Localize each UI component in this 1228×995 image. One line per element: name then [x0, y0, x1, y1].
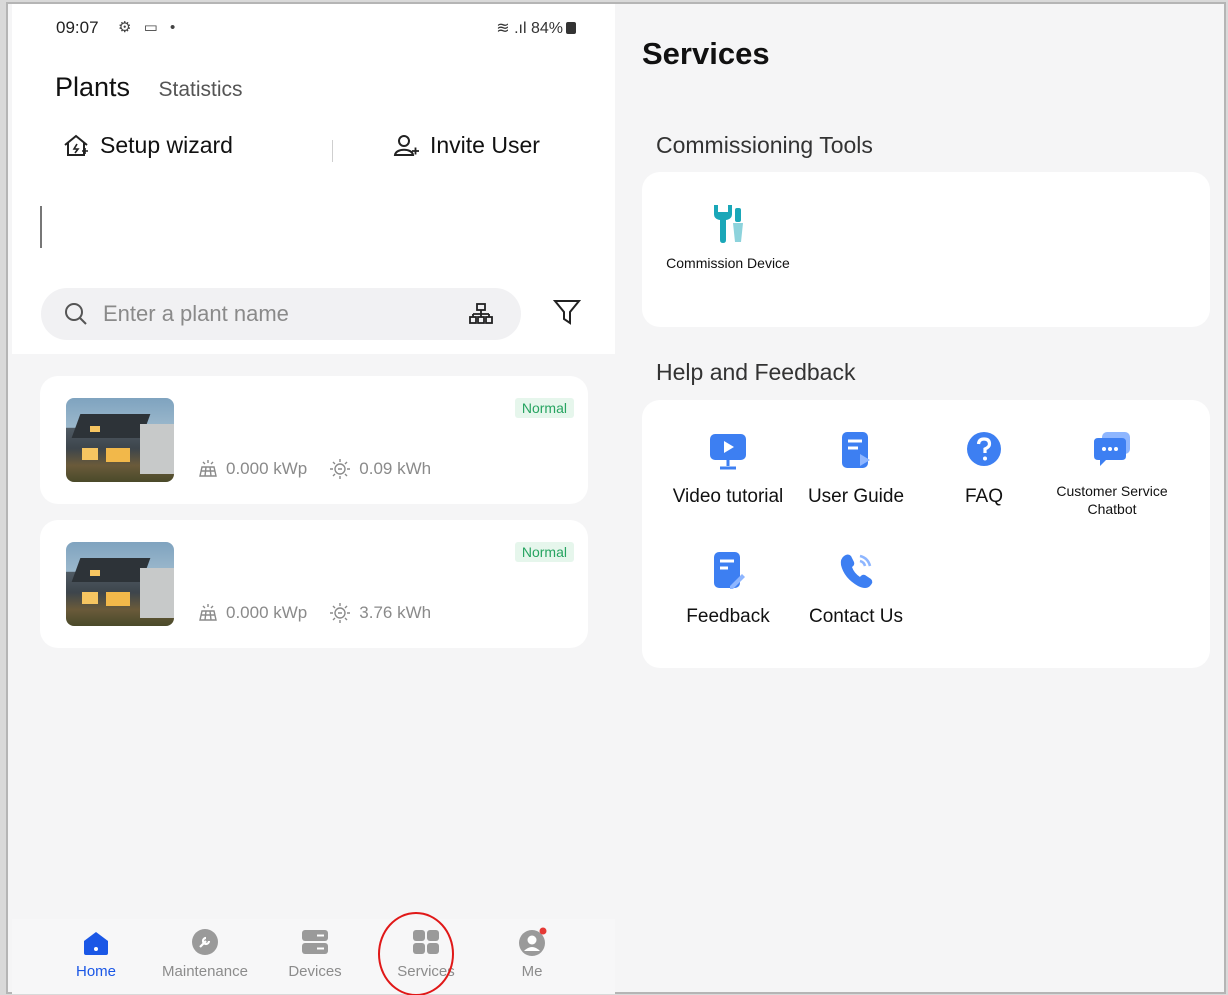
status-bar: 09:07 ⚙ ▭ • ≋ .ıl 84% [56, 18, 576, 38]
chatbot-label: Customer Service Chatbot [1056, 483, 1168, 517]
quick-actions: Setup wizard Invite User [62, 132, 572, 172]
user-guide-button[interactable]: User Guide [792, 430, 920, 508]
user-icon [519, 927, 547, 956]
plant-card[interactable]: Normal 0.000 kWp 0.09 kWh [40, 376, 588, 504]
hierarchy-icon[interactable] [469, 303, 493, 325]
feedback-icon [714, 552, 745, 589]
status-time: 09:07 [56, 18, 99, 37]
add-user-icon [393, 134, 419, 156]
plants-screen: 09:07 ⚙ ▭ • ≋ .ıl 84% Plants Statistics … [12, 4, 615, 994]
wrench-icon [192, 929, 218, 955]
search-bar[interactable]: Enter a plant name [41, 288, 521, 340]
solar-panel-icon [199, 460, 217, 477]
nav-me-label: Me [521, 963, 543, 980]
sun-energy-icon [330, 459, 351, 479]
notification-dot [539, 927, 547, 935]
contact-us-label: Contact Us [809, 606, 903, 627]
page-title: Services [642, 36, 770, 71]
devices-icon [302, 930, 328, 954]
top-tabs: Plants Statistics [55, 72, 243, 108]
plant-card[interactable]: Normal 0.000 kWp 3.76 kWh [40, 520, 588, 648]
search-input[interactable]: Enter a plant name [103, 301, 289, 327]
question-icon [967, 432, 1001, 466]
feedback-button[interactable]: Feedback [664, 550, 792, 628]
plant-energy: 0.09 kWh [359, 459, 432, 478]
filter-icon[interactable] [552, 298, 582, 326]
divider [332, 140, 333, 162]
battery-icon [566, 22, 576, 34]
tab-plants[interactable]: Plants [55, 72, 130, 102]
status-right: ≋ .ıl 84% [496, 18, 576, 38]
plant-metrics: 0.000 kWp 3.76 kWh [198, 602, 453, 624]
highlight-circle [378, 912, 454, 995]
home-plus-icon [64, 134, 88, 156]
nav-maintenance-label: Maintenance [162, 963, 248, 980]
sun-energy-icon [330, 603, 351, 623]
nav-home[interactable]: Home [46, 927, 146, 980]
nav-home-label: Home [75, 963, 116, 980]
nav-me[interactable]: Me [482, 927, 582, 980]
section-title-commissioning: Commissioning Tools [656, 132, 873, 158]
wifi-signal-icon: ≋ .ıl [496, 20, 527, 37]
customer-service-chatbot-button[interactable]: Customer Service Chatbot [1048, 430, 1176, 518]
home-icon [84, 932, 108, 955]
commission-device-label: Commission Device [666, 255, 790, 271]
faq-label: FAQ [964, 486, 1003, 507]
user-guide-label: User Guide [807, 486, 905, 507]
plant-capacity: 0.000 kWp [226, 459, 308, 478]
plant-thumbnail [66, 542, 174, 626]
help-panel: Video tutorial User Guide FAQ Customer S… [642, 400, 1210, 668]
plant-energy: 3.76 kWh [359, 603, 432, 622]
invite-user-label: Invite User [430, 132, 540, 158]
document-icon [842, 432, 870, 468]
solar-panel-icon [199, 604, 217, 621]
faq-button[interactable]: FAQ [920, 430, 1048, 508]
section-title-help: Help and Feedback [656, 359, 856, 385]
invite-user-button[interactable]: Invite User [392, 132, 540, 159]
nav-devices-label: Devices [288, 963, 342, 980]
wrench-screwdriver-icon [714, 205, 743, 243]
search-icon [65, 303, 87, 325]
setup-wizard-button[interactable]: Setup wizard [62, 132, 233, 159]
plant-thumbnail [66, 398, 174, 482]
tab-statistics[interactable]: Statistics [159, 78, 243, 101]
feedback-label: Feedback [686, 606, 770, 627]
video-tutorial-button[interactable]: Video tutorial [664, 430, 792, 508]
nav-maintenance[interactable]: Maintenance [155, 927, 255, 980]
bottom-nav: Home Maintenance Devices Services Me [12, 919, 615, 994]
status-icons: ⚙ ▭ • [118, 19, 180, 36]
chat-icon [1094, 432, 1130, 466]
text-cursor [40, 206, 42, 248]
commissioning-panel: Commission Device [642, 172, 1210, 327]
video-tutorial-label: Video tutorial [672, 486, 784, 507]
status-badge: Normal [514, 398, 574, 418]
nav-devices[interactable]: Devices [265, 927, 365, 980]
contact-us-button[interactable]: Contact Us [792, 550, 920, 628]
plant-metrics: 0.000 kWp 0.09 kWh [198, 458, 453, 480]
phone-icon [840, 554, 873, 588]
commission-device-button[interactable]: Commission Device [664, 202, 792, 272]
status-badge: Normal [514, 542, 574, 562]
setup-wizard-label: Setup wizard [100, 132, 233, 158]
services-screen: Services Commissioning Tools Commission … [616, 4, 1226, 994]
plant-capacity: 0.000 kWp [226, 603, 308, 622]
video-play-icon [710, 434, 746, 470]
battery-percent: 84% [530, 20, 563, 37]
